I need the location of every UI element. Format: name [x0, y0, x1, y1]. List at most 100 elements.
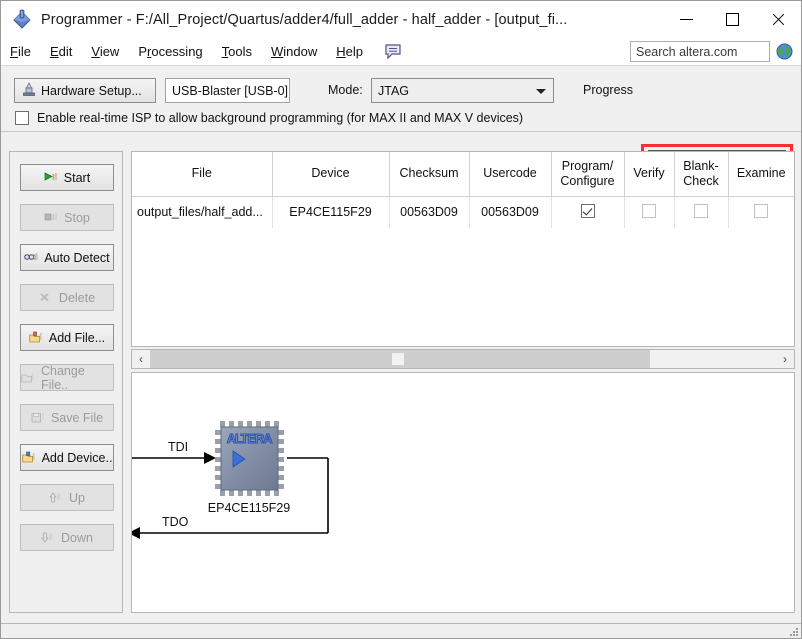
- menu-item-tools[interactable]: Tools: [222, 42, 263, 61]
- menu-item-file[interactable]: File: [10, 42, 42, 61]
- arrow-up-icon: [49, 491, 64, 505]
- verify-checkbox[interactable]: [642, 203, 656, 218]
- stop-label: Stop: [64, 210, 90, 225]
- save-file-label: Save File: [50, 410, 104, 425]
- change-file-label: Change File..: [41, 363, 85, 392]
- cell-verify[interactable]: [624, 196, 675, 228]
- menu-item-processing[interactable]: Processing: [138, 42, 213, 61]
- move-up-label: Up: [69, 490, 85, 505]
- hardware-setup-icon: [22, 81, 36, 100]
- chevron-down-icon: [536, 89, 546, 94]
- scrollbar-grip[interactable]: [392, 353, 404, 365]
- add-device-button[interactable]: Add Device..: [20, 444, 114, 471]
- column-header-checksum[interactable]: Checksum: [389, 152, 470, 197]
- svg-text:TDO: TDO: [162, 515, 189, 529]
- move-down-label: Down: [61, 530, 93, 545]
- examine-checkbox[interactable]: [754, 203, 769, 218]
- table-header-row: File Device Checksum Usercode Program/ C…: [132, 152, 794, 197]
- title-bar: Programmer - F:/All_Project/Quartus/adde…: [1, 1, 801, 38]
- change-file-button[interactable]: Change File..: [20, 363, 114, 392]
- menu-item-edit[interactable]: Edit: [50, 42, 83, 61]
- save-file-icon: [31, 411, 46, 425]
- progress-label: Progress: [583, 83, 634, 97]
- cell-examine[interactable]: [728, 196, 794, 228]
- add-device-label: Add Device..: [41, 450, 113, 465]
- delete-icon: [39, 291, 54, 305]
- delete-button[interactable]: Delete: [20, 284, 114, 311]
- programmer-toolbar: Hardware Setup... USB-Blaster [USB-0] Mo…: [1, 66, 801, 180]
- quartus-diamond-icon: [11, 9, 33, 31]
- arrow-down-icon: [41, 531, 56, 545]
- program-configure-checkbox[interactable]: [580, 203, 595, 218]
- window-title: Programmer - F:/All_Project/Quartus/adde…: [41, 11, 568, 28]
- mode-value: JTAG: [378, 83, 410, 98]
- move-down-button[interactable]: Down: [20, 524, 114, 551]
- programmer-window: Programmer - F:/All_Project/Quartus/adde…: [0, 0, 802, 639]
- main-body: Start Stop Auto Detect Delete Add File..…: [1, 145, 801, 625]
- table-row[interactable]: output_files/half_add... EP4CE115F29 005…: [132, 196, 794, 228]
- add-file-button[interactable]: Add File...: [20, 324, 114, 351]
- hardware-value-field[interactable]: USB-Blaster [USB-0]: [165, 78, 290, 103]
- maximize-button[interactable]: [709, 1, 755, 38]
- cell-file: output_files/half_add...: [132, 196, 273, 228]
- column-header-blank-check[interactable]: Blank- Check: [674, 152, 729, 197]
- realtime-isp-row: Enable real-time ISP to allow background…: [15, 111, 523, 125]
- cell-device: EP4CE115F29: [272, 196, 390, 228]
- start-button[interactable]: Start: [20, 164, 114, 191]
- menu-item-window[interactable]: Window: [271, 42, 328, 61]
- device-chain-diagram[interactable]: ALTERA TDI TDO EP4CE115F29: [131, 372, 795, 613]
- column-header-program-configure[interactable]: Program/ Configure: [551, 152, 625, 197]
- action-button-panel: Start Stop Auto Detect Delete Add File..…: [9, 151, 123, 613]
- mode-label: Mode:: [328, 83, 363, 97]
- window-controls: [663, 1, 801, 38]
- minimize-button[interactable]: [663, 1, 709, 38]
- mode-dropdown[interactable]: JTAG: [371, 78, 554, 103]
- svg-text:TDI: TDI: [168, 440, 188, 454]
- auto-detect-button[interactable]: Auto Detect: [20, 244, 114, 271]
- device-chain-table: File Device Checksum Usercode Program/ C…: [132, 152, 794, 228]
- hardware-setup-button[interactable]: Hardware Setup...: [14, 78, 156, 103]
- auto-detect-label: Auto Detect: [44, 250, 110, 265]
- start-icon: [44, 171, 59, 185]
- column-header-examine[interactable]: Examine: [728, 152, 794, 197]
- delete-label: Delete: [58, 290, 96, 305]
- column-header-verify[interactable]: Verify: [624, 152, 675, 197]
- scroll-right-arrow-icon[interactable]: ›: [776, 350, 794, 368]
- blank-check-checkbox[interactable]: [694, 203, 708, 218]
- cell-usercode: 00563D09: [469, 196, 552, 228]
- menu-bar: File Edit View Processing Tools Window H…: [1, 38, 801, 66]
- globe-icon[interactable]: [776, 43, 793, 60]
- message-note-icon[interactable]: [384, 43, 402, 60]
- add-device-icon: [21, 451, 37, 465]
- save-file-button[interactable]: Save File: [20, 404, 114, 431]
- change-file-icon: [21, 371, 36, 385]
- search-input[interactable]: [630, 41, 770, 62]
- horizontal-scrollbar[interactable]: ‹ ›: [131, 349, 795, 369]
- column-header-usercode[interactable]: Usercode: [469, 152, 552, 197]
- move-up-button[interactable]: Up: [20, 484, 114, 511]
- hardware-setup-label: Hardware Setup...: [41, 83, 142, 98]
- start-label: Start: [63, 170, 91, 185]
- device-chain-table-panel: File Device Checksum Usercode Program/ C…: [131, 151, 795, 347]
- stop-icon: [44, 211, 59, 225]
- menu-item-view[interactable]: View: [91, 42, 130, 61]
- stop-button[interactable]: Stop: [20, 204, 114, 231]
- scrollbar-track[interactable]: [150, 350, 776, 368]
- cell-blank-check[interactable]: [674, 196, 729, 228]
- search-area: [630, 41, 793, 62]
- close-button[interactable]: [755, 1, 801, 38]
- resize-grip-icon[interactable]: [789, 625, 800, 636]
- svg-text:ALTERA: ALTERA: [227, 431, 273, 446]
- scroll-left-arrow-icon[interactable]: ‹: [132, 350, 150, 368]
- column-header-device[interactable]: Device: [272, 152, 390, 197]
- column-header-file[interactable]: File: [132, 152, 273, 197]
- add-file-icon: [29, 331, 44, 345]
- cell-program-configure[interactable]: [551, 196, 625, 228]
- add-file-label: Add File...: [48, 330, 106, 345]
- cell-checksum: 00563D09: [389, 196, 470, 228]
- realtime-isp-checkbox[interactable]: [15, 111, 29, 125]
- auto-detect-icon: [24, 251, 39, 265]
- realtime-isp-label: Enable real-time ISP to allow background…: [37, 111, 524, 125]
- menu-item-help[interactable]: Help: [336, 42, 374, 61]
- status-bar: [1, 623, 801, 638]
